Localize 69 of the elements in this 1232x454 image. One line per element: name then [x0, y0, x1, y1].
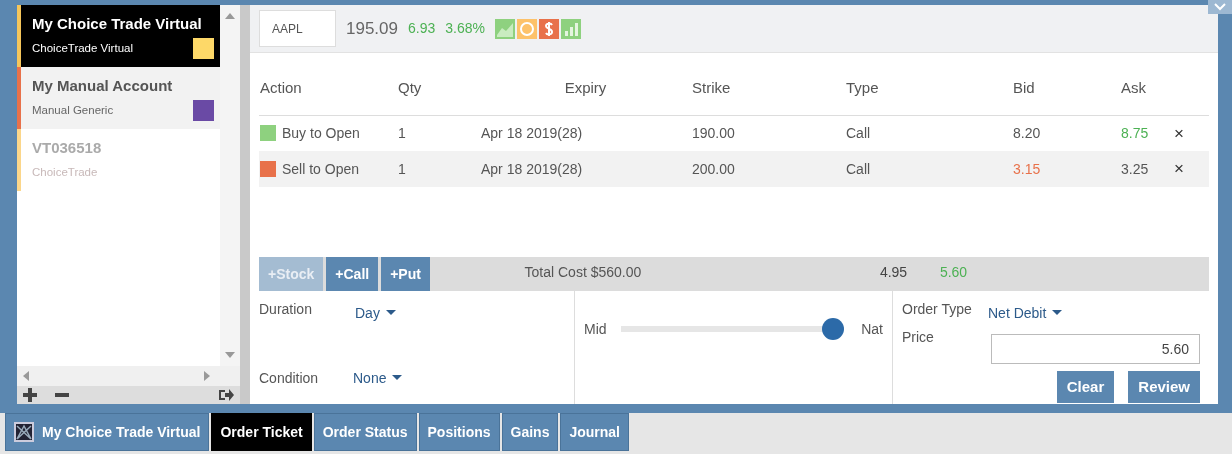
logout-icon[interactable] [218, 388, 234, 402]
column-header: Action [260, 79, 302, 96]
condition-label: Condition [259, 369, 320, 388]
last-price: 195.09 [346, 17, 398, 40]
account-type: Manual Generic [32, 102, 114, 118]
account-name: VT036518 [32, 138, 102, 158]
table-cell: 1 [398, 160, 406, 177]
column-header: Type [846, 79, 879, 96]
table-cell: 3.25 [1121, 160, 1149, 177]
table-cell: 200.00 [692, 160, 735, 177]
account-name: My Manual Account [32, 76, 173, 96]
scroll-left-icon[interactable] [23, 371, 29, 381]
table-cell: 8.75 [1121, 124, 1149, 141]
scroll-up-icon[interactable] [225, 13, 235, 19]
account-type: ChoiceTrade Virtual [32, 40, 133, 56]
percent-change: 3.68% [445, 19, 485, 38]
bottom-tab[interactable]: Order Status [313, 413, 417, 451]
table-cell: Apr 18 2019(28) [481, 124, 583, 141]
action-cell: Sell to Open [282, 160, 360, 177]
action-cell: Buy to Open [282, 124, 360, 141]
mid-label: Mid [584, 319, 607, 339]
account-item[interactable]: My Manual Account Manual Generic [17, 67, 220, 129]
scroll-down-icon[interactable] [225, 352, 235, 358]
action-button[interactable]: Clear [1056, 371, 1115, 403]
total-cost: Total Cost $560.00 [523, 263, 643, 282]
table-cell: 8.20 [1013, 124, 1041, 141]
column-header: Bid [1013, 79, 1035, 96]
account-name: My Choice Trade Virtual [32, 14, 202, 34]
account-item[interactable]: My Choice Trade Virtual ChoiceTrade Virtual [17, 5, 220, 67]
account-type: ChoiceTrade [32, 164, 98, 180]
remove-leg-button[interactable]: × [1170, 120, 1188, 146]
app-logo-icon [14, 422, 34, 442]
condition-dropdown[interactable]: None [353, 368, 403, 389]
price-field[interactable]: 5.60 [991, 334, 1200, 364]
column-header: Qty [398, 79, 422, 96]
table-cell: Apr 18 2019(28) [481, 160, 583, 177]
add-leg-button[interactable]: +Call [326, 257, 379, 291]
add-leg-button[interactable]: +Put [381, 257, 430, 291]
duration-label: Duration [259, 300, 313, 319]
table-cell: Call [846, 160, 871, 177]
nat-label: Nat [861, 319, 883, 339]
bottom-tab[interactable]: Order Ticket [211, 413, 312, 451]
table-cell: 190.00 [692, 124, 735, 141]
collapse-icon[interactable] [1208, 0, 1232, 14]
column-header: Expiry [564, 79, 607, 96]
dollar-icon[interactable] [538, 18, 559, 39]
bottom-tab[interactable]: Journal [560, 413, 629, 451]
column-header: Strike [692, 79, 731, 96]
bottom-tab[interactable]: My Choice Trade Virtual [5, 413, 210, 451]
table-cell: Call [846, 124, 871, 141]
scroll-right-icon[interactable] [204, 371, 210, 381]
total-ask: 5.60 [939, 263, 968, 282]
bottom-tab[interactable]: Positions [418, 413, 500, 451]
price-label: Price [902, 328, 935, 347]
circle-icon[interactable] [516, 18, 537, 39]
column-header: Ask [1121, 79, 1146, 96]
table-cell: 1 [398, 124, 406, 141]
order-type-label: Order Type [902, 300, 973, 319]
action-button[interactable]: Review [1128, 371, 1200, 403]
table-cell: 3.15 [1013, 160, 1041, 177]
bottom-tab[interactable]: Gains [501, 413, 559, 451]
order-type-dropdown[interactable]: Net Debit [988, 302, 1063, 324]
chart-icon[interactable] [494, 18, 515, 39]
total-bid: 4.95 [879, 263, 909, 282]
symbol-field[interactable]: AAPL [259, 10, 336, 47]
bar-chart-icon[interactable] [560, 18, 581, 39]
price-change: 6.93 [408, 19, 436, 38]
add-icon[interactable] [23, 388, 37, 402]
duration-dropdown[interactable]: Day [355, 302, 396, 324]
